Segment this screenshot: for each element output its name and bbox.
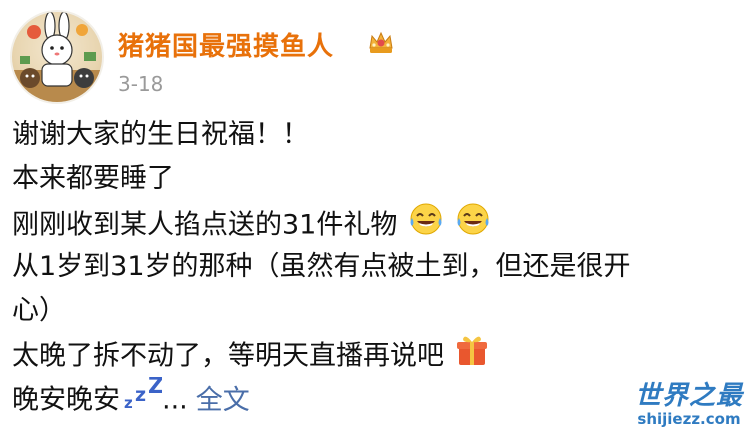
post-line: 太晚了拆不动了，等明天直播再说吧 <box>12 333 742 377</box>
tears-of-joy-emoji-icon <box>408 201 444 251</box>
watermark: 世界之最 shijiezz.com <box>635 382 743 428</box>
post-text: 从1岁到31岁的那种（虽然有点被土到，但还是很开 <box>12 251 631 282</box>
post-line: 心） <box>12 289 742 333</box>
watermark-url: shijiezz.com <box>637 410 741 428</box>
avatar[interactable] <box>10 10 104 104</box>
post-date: 3-18 <box>118 72 164 96</box>
post-text: 刚刚收到某人掐点送的31件礼物 <box>12 209 398 241</box>
author-name[interactable]: 猪猪国最强摸鱼人 <box>118 26 334 63</box>
post-text: 本来都要睡了 <box>12 163 174 194</box>
post-line: 晚安晚安 z z Z ... 全文 <box>12 374 742 421</box>
tears-of-joy-emoji-icon <box>455 201 491 251</box>
post-text: 心） <box>12 295 66 326</box>
svg-text:Z: Z <box>148 377 162 399</box>
read-more-link[interactable]: 全文 <box>196 385 250 416</box>
post-line: 本来都要睡了 <box>12 157 742 201</box>
post-text: 晚安晚安 <box>12 384 120 416</box>
zzz-emoji-icon: z z Z <box>122 374 164 425</box>
gift-emoji-icon <box>455 333 489 381</box>
post-content: 谢谢大家的生日祝福！！ 本来都要睡了 刚刚收到某人掐点送的31件礼物 从1岁到3… <box>12 113 742 421</box>
post-line: 刚刚收到某人掐点送的31件礼物 <box>12 201 742 245</box>
svg-text:z: z <box>135 384 146 406</box>
post-line: 从1岁到31岁的那种（虽然有点被土到，但还是很开 <box>12 245 742 289</box>
crown-badge-icon <box>367 28 395 56</box>
post-line: 谢谢大家的生日祝福！！ <box>12 113 742 157</box>
watermark-logo: 世界之最 <box>634 381 743 411</box>
svg-text:z: z <box>124 394 133 411</box>
post-text: 太晚了拆不动了，等明天直播再说吧 <box>12 340 444 372</box>
ellipsis: ... <box>162 384 188 416</box>
post-text: 谢谢大家的生日祝福！！ <box>12 119 309 150</box>
